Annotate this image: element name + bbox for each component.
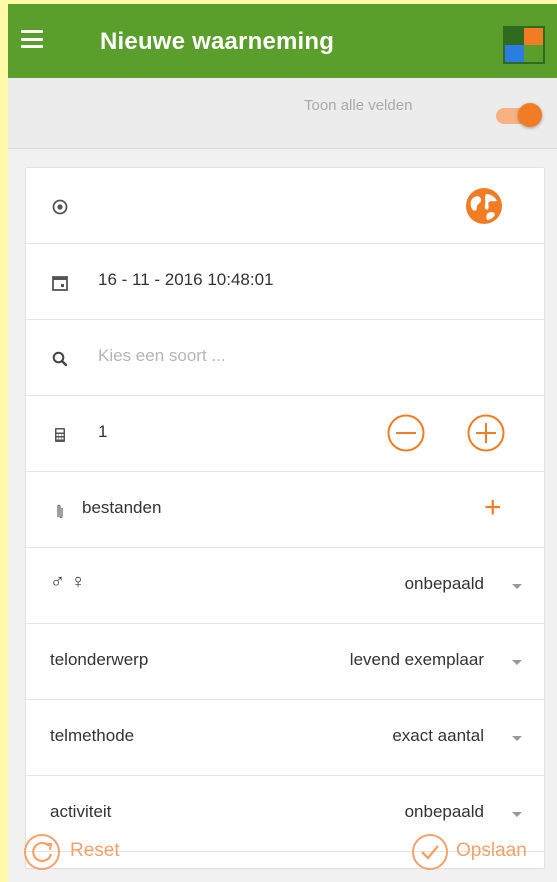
telonderwerp-label: telonderwerp <box>50 650 149 669</box>
bottom-action-bar: Reset Opslaan <box>8 822 557 882</box>
location-target-icon <box>52 199 68 215</box>
chevron-down-icon <box>512 812 522 817</box>
chevron-down-icon <box>512 660 522 665</box>
app-screen: Nieuwe waarneming Toon alle velden 16 - … <box>8 4 557 882</box>
calculator-icon <box>55 428 65 442</box>
chevron-down-icon <box>512 736 522 741</box>
telmethode-label: telmethode <box>50 726 135 745</box>
plus-circle-icon[interactable] <box>466 413 506 453</box>
observation-form: 16 - 11 - 2016 10:48:01 Kies een soort .… <box>26 168 544 868</box>
ndff-logo <box>503 26 545 64</box>
telonderwerp-value: levend exemplaar <box>349 650 484 669</box>
search-icon <box>52 351 68 367</box>
telonderwerp-row[interactable]: telonderwerp levend exemplaar <box>26 624 544 700</box>
location-row[interactable] <box>26 168 544 244</box>
activiteit-value: onbepaald <box>404 802 484 821</box>
calendar-icon <box>52 276 68 291</box>
datetime-row[interactable]: 16 - 11 - 2016 10:48:01 <box>26 244 544 320</box>
show-all-fields-bar: Toon alle velden <box>8 78 557 149</box>
sex-symbols-icon: ♂ ♀ <box>50 571 86 593</box>
telmethode-value: exact aantal <box>392 726 484 745</box>
minus-circle-icon[interactable] <box>386 413 426 453</box>
count-row: 1 <box>26 396 544 472</box>
activiteit-label: activiteit <box>50 802 112 821</box>
add-file-button[interactable]: + <box>484 493 502 523</box>
check-circle-icon <box>412 834 448 870</box>
sex-row[interactable]: ♂ ♀ onbepaald <box>26 548 544 624</box>
hamburger-menu-icon[interactable] <box>21 30 43 48</box>
count-value[interactable]: 1 <box>98 422 107 442</box>
reset-label: Reset <box>70 840 120 861</box>
files-row: bestanden + <box>26 472 544 548</box>
globe-icon[interactable] <box>464 186 504 226</box>
species-row[interactable]: Kies een soort ... <box>26 320 544 396</box>
show-all-fields-switch[interactable] <box>492 102 544 128</box>
files-label: bestanden <box>82 498 162 517</box>
species-input[interactable]: Kies een soort ... <box>98 346 226 366</box>
sex-value: onbepaald <box>404 574 484 593</box>
datetime-value: 16 - 11 - 2016 10:48:01 <box>98 270 274 289</box>
reset-icon <box>24 834 60 870</box>
save-label: Opslaan <box>456 840 527 861</box>
app-bar: Nieuwe waarneming <box>8 4 557 78</box>
chevron-down-icon <box>512 584 522 589</box>
telmethode-row[interactable]: telmethode exact aantal <box>26 700 544 776</box>
paperclip-icon <box>57 504 63 519</box>
page-title: Nieuwe waarneming <box>100 28 335 55</box>
show-all-fields-label: Toon alle velden <box>304 97 413 114</box>
